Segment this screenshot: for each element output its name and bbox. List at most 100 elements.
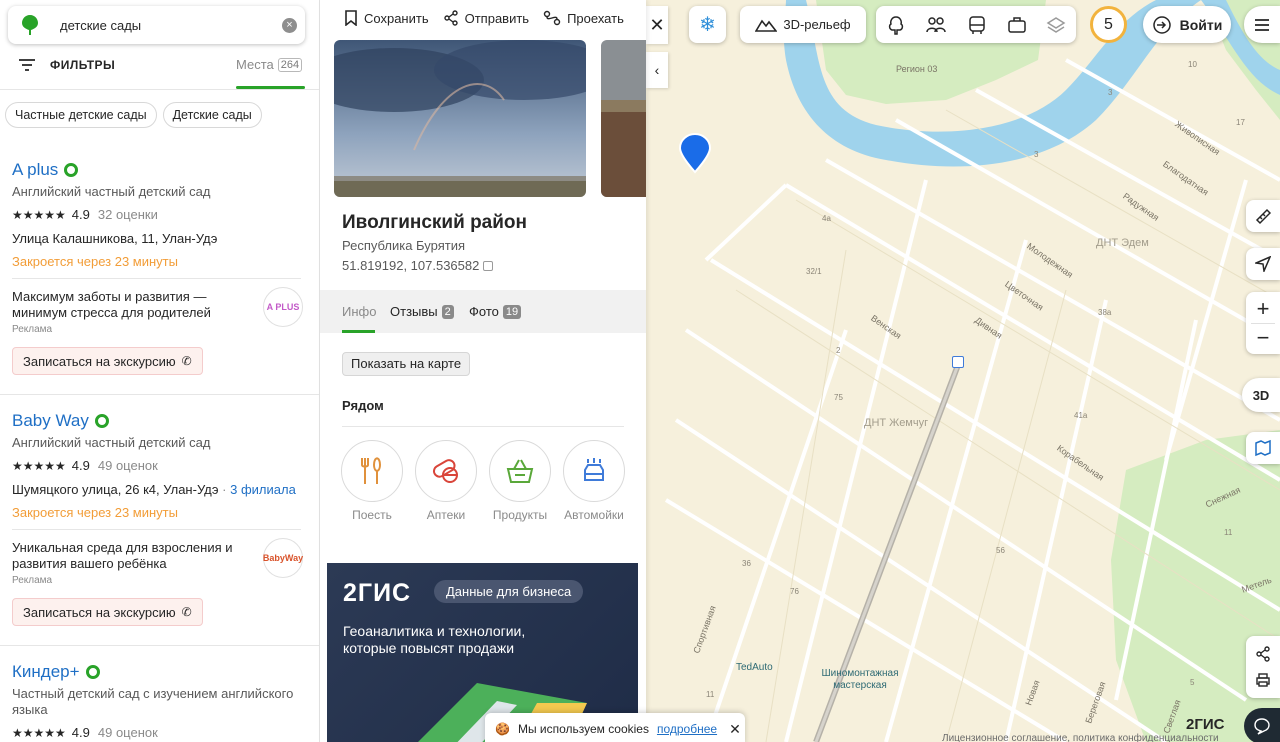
result-desc: Частный детский сад с изучением английск… bbox=[12, 686, 294, 717]
my-location-button[interactable] bbox=[1246, 248, 1280, 280]
ad-logo: BabyWay bbox=[263, 538, 303, 578]
route-icon bbox=[543, 10, 561, 26]
pills-icon bbox=[432, 459, 458, 483]
map-house-number: 76 bbox=[790, 587, 799, 596]
poi-tedauto[interactable]: TedAuto bbox=[736, 662, 773, 674]
tab-reviews[interactable]: Отзывы 2 bbox=[390, 304, 454, 319]
zoom-controls: + − bbox=[1246, 292, 1280, 354]
close-icon: ✕ bbox=[649, 14, 665, 35]
detail-actions: Сохранить Отправить Проехать bbox=[320, 0, 646, 36]
level-badge[interactable]: 5 bbox=[1090, 6, 1127, 43]
excursion-button[interactable]: Записаться на экскурсию ✆ bbox=[12, 347, 203, 375]
route-button[interactable]: Проехать bbox=[543, 10, 624, 26]
copy-icon[interactable] bbox=[483, 260, 494, 271]
nearby-pharmacy[interactable]: Аптеки bbox=[414, 440, 478, 522]
map-house-number: 3 bbox=[1034, 150, 1039, 159]
briefcase-icon[interactable] bbox=[1007, 15, 1027, 35]
license-footer[interactable]: Лицензионное соглашение, политика конфид… bbox=[942, 733, 1219, 742]
poi-tire-shop[interactable]: Шиномонтажная мастерская bbox=[814, 668, 906, 692]
nearby-title: Рядом bbox=[342, 398, 384, 413]
layers-toolbar bbox=[876, 6, 1076, 43]
winter-mode-button[interactable]: ❄ bbox=[689, 6, 726, 43]
result-rating: ★★★★★ 4.9 32 оценки bbox=[12, 207, 158, 222]
login-icon bbox=[1152, 15, 1171, 34]
search-input[interactable]: детские сады bbox=[60, 18, 282, 33]
verified-icon bbox=[94, 414, 109, 428]
chip-private-kindergartens[interactable]: Частные детские сады bbox=[5, 102, 157, 128]
place-photo[interactable] bbox=[334, 40, 586, 197]
map-house-number: 32/1 bbox=[806, 267, 822, 276]
banner-text: Геоаналитика и технологии, которые повыс… bbox=[343, 623, 526, 656]
clear-search-icon[interactable]: × bbox=[282, 17, 297, 33]
filter-icon bbox=[19, 59, 35, 71]
login-button[interactable]: Войти bbox=[1143, 6, 1231, 43]
map-house-number: 5 bbox=[1190, 678, 1195, 687]
brand-logo: 2ГИС bbox=[1186, 716, 1225, 733]
map-house-number: 56 bbox=[996, 546, 1005, 555]
map-pin-button[interactable] bbox=[1246, 432, 1280, 464]
basket-icon bbox=[506, 459, 534, 483]
layers-icon[interactable] bbox=[1046, 15, 1066, 35]
results-panel: детские сады × ФИЛЬТРЫ Места 264 Частные… bbox=[0, 0, 320, 742]
zoom-out-button[interactable]: − bbox=[1257, 324, 1270, 352]
ad-text[interactable]: Максимум заботы и развития — минимум стр… bbox=[12, 289, 252, 321]
print-icon[interactable] bbox=[1255, 672, 1271, 688]
map-label-dnt-zhemchug: ДНТ Жемчуг bbox=[864, 417, 929, 429]
share-print-controls bbox=[1246, 636, 1280, 698]
people-icon[interactable] bbox=[925, 15, 947, 35]
banner-pill: Данные для бизнеса bbox=[434, 580, 584, 603]
search-box[interactable]: детские сады × bbox=[8, 6, 305, 44]
places-tab[interactable]: Места 264 bbox=[236, 57, 303, 72]
result-name[interactable]: Baby Way bbox=[12, 411, 109, 431]
star-icons: ★★★★★ bbox=[12, 725, 66, 740]
nearby-eat[interactable]: Поесть bbox=[340, 440, 404, 522]
place-subtitle: Республика Бурятия bbox=[342, 238, 466, 253]
result-name[interactable]: A plus bbox=[12, 160, 79, 180]
place-photo-next[interactable] bbox=[601, 40, 646, 197]
share-button[interactable]: Отправить bbox=[443, 10, 529, 26]
share-icon[interactable] bbox=[1255, 646, 1271, 662]
nearby-car-wash[interactable]: Автомойки bbox=[562, 440, 626, 522]
result-address: Улица Калашникова, 11, Улан-Удэ bbox=[12, 231, 218, 246]
bus-stop-icon[interactable] bbox=[952, 356, 964, 368]
park-icon[interactable] bbox=[886, 15, 906, 35]
close-panel-button[interactable]: ✕ bbox=[646, 6, 668, 44]
filters-row: ФИЛЬТРЫ Места 264 bbox=[0, 50, 319, 90]
tab-info[interactable]: Инфо bbox=[342, 304, 376, 319]
ad-mark: Реклама bbox=[12, 575, 53, 586]
place-detail-panel: Сохранить Отправить Проехать Иволгинский… bbox=[320, 0, 646, 742]
tab-indicator bbox=[342, 330, 375, 333]
map-canvas[interactable]: Регион 03 ДНТ Эдем ДНТ Жемчуг Живописная… bbox=[646, 0, 1280, 742]
result-name[interactable]: Киндер+ bbox=[12, 662, 100, 682]
ruler-button[interactable] bbox=[1246, 200, 1280, 232]
location-pin-icon[interactable] bbox=[678, 132, 712, 174]
close-icon[interactable]: ✕ bbox=[729, 721, 741, 738]
collapse-panel-button[interactable]: ‹ bbox=[646, 52, 668, 88]
menu-button[interactable] bbox=[1244, 6, 1280, 43]
landscape-photo bbox=[334, 40, 586, 197]
bus-icon[interactable] bbox=[967, 15, 987, 35]
filters-button[interactable]: ФИЛЬТРЫ bbox=[18, 58, 115, 72]
map-house-number: 75 bbox=[834, 393, 843, 402]
save-button[interactable]: Сохранить bbox=[344, 10, 429, 26]
map-house-number: 3 bbox=[1108, 88, 1113, 97]
zoom-in-button[interactable]: + bbox=[1257, 295, 1270, 323]
toggle-3d-button[interactable]: 3D bbox=[1242, 378, 1280, 412]
card-divider bbox=[0, 394, 319, 395]
cookie-more-link[interactable]: подробнее bbox=[657, 722, 717, 736]
show-on-map-button[interactable]: Показать на карте bbox=[342, 352, 471, 376]
excursion-button[interactable]: Записаться на экскурсию ✆ bbox=[12, 598, 203, 626]
chip-kindergartens[interactable]: Детские сады bbox=[162, 102, 262, 128]
branches-link[interactable]: 3 филиала bbox=[230, 482, 296, 497]
tab-photos[interactable]: Фото 19 bbox=[469, 304, 522, 319]
map-house-number: 11 bbox=[1224, 528, 1233, 537]
map-house-number: 41а bbox=[1074, 411, 1088, 420]
mountain-icon bbox=[755, 19, 778, 32]
closing-status: Закроется через 23 минуты bbox=[12, 254, 178, 269]
ad-text[interactable]: Уникальная среда для взросления и развит… bbox=[12, 540, 252, 572]
chat-button[interactable] bbox=[1244, 708, 1280, 742]
relief-3d-button[interactable]: 3D-рельеф bbox=[740, 6, 866, 43]
nearby-groceries[interactable]: Продукты bbox=[488, 440, 552, 522]
verified-icon bbox=[64, 163, 79, 177]
chevron-left-icon: ‹ bbox=[654, 62, 660, 78]
